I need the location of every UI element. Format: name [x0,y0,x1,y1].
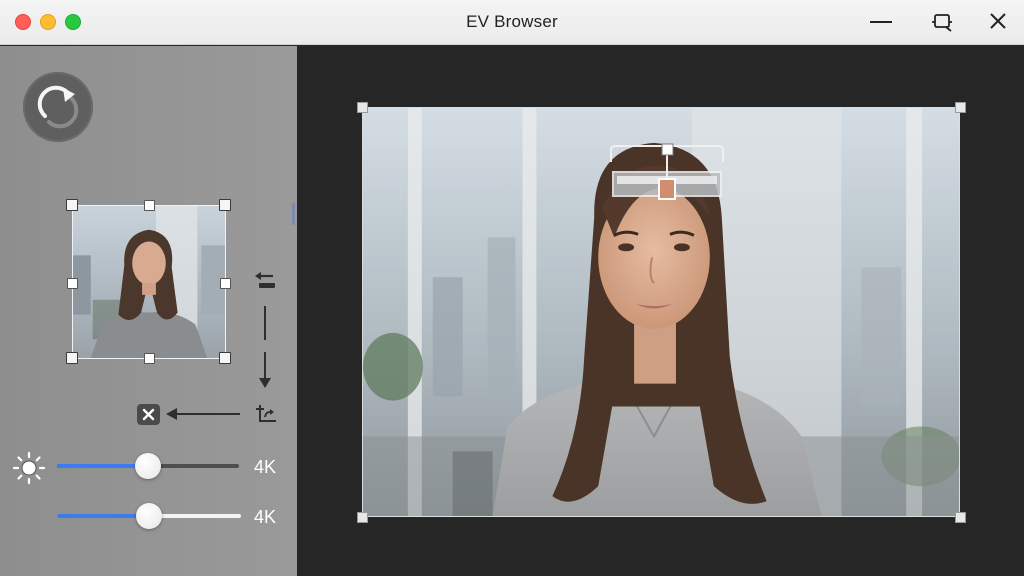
frame-handle-bottom-left[interactable] [357,512,368,523]
minimize-icon[interactable] [866,8,896,36]
crop-handle-bottom-right[interactable] [219,352,231,364]
swap-icon[interactable] [253,270,277,292]
crop-handle-top[interactable] [144,200,155,211]
frame-handle-top-left[interactable] [357,102,368,113]
refresh-icon [37,85,79,129]
crop-handle-left[interactable] [67,278,78,289]
crop-handle-bottom[interactable] [144,353,155,364]
x-icon [142,408,155,421]
brightness-icon [12,451,46,485]
slider-thumb[interactable] [136,503,162,529]
sync-button[interactable] [23,72,93,142]
frame-handle-top-right[interactable] [955,102,966,113]
thumbnail-image [73,206,225,358]
slider-thumb[interactable] [135,453,161,479]
face-tracking-box[interactable] [607,142,727,202]
crop-handle-bottom-left[interactable] [66,352,78,364]
title-bar: EV Browser [0,0,1024,45]
sidebar-panel: 4K 4K [0,46,297,576]
brightness-slider[interactable] [57,453,239,479]
main-viewer [297,46,1024,576]
resolution-slider[interactable] [57,503,241,529]
crop-handle-top-right[interactable] [219,199,231,211]
clear-button[interactable] [137,404,160,425]
crop-handle-top-left[interactable] [66,199,78,211]
restore-icon[interactable] [927,8,957,36]
sidebar-resize-handle[interactable] [292,203,295,225]
video-preview-frame[interactable] [357,102,966,523]
slider-1-label: 4K [254,457,277,477]
frame-handle-bottom-right[interactable] [955,512,966,523]
arrow-down-icon [255,306,275,390]
thumbnail-crop-frame[interactable] [66,199,231,364]
close-icon[interactable] [983,8,1013,36]
slider-2-label: 4K [254,507,277,527]
arrow-left-icon [166,407,240,421]
crop-rotate-icon[interactable] [254,403,278,427]
crop-handle-right[interactable] [220,278,231,289]
